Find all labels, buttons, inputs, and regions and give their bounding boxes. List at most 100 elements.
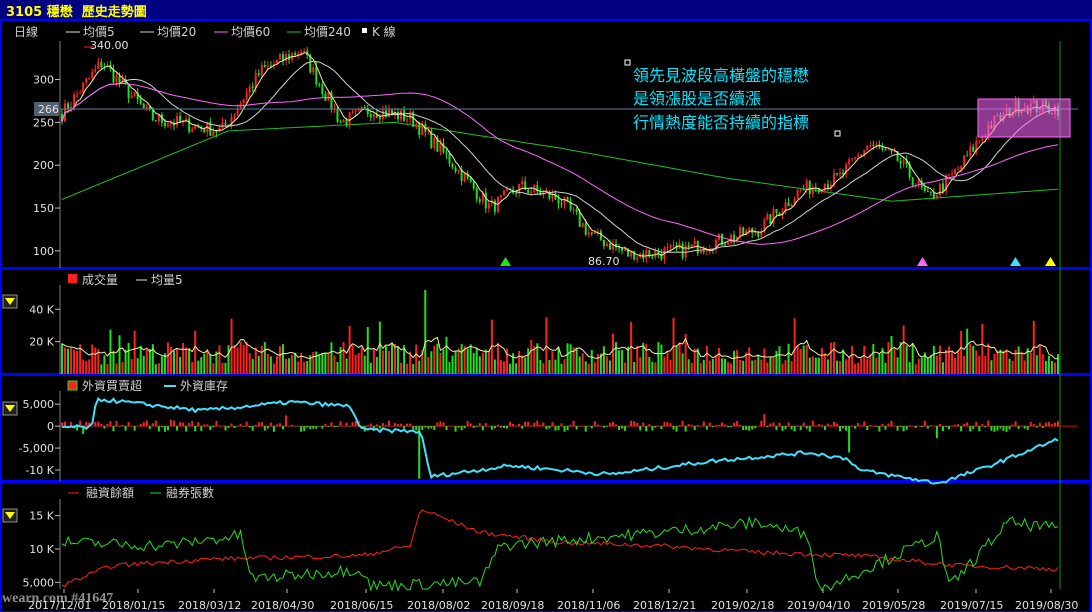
volume-bar [433,345,436,374]
candle [605,243,608,247]
volume-bar [242,344,245,374]
foreign-bar [260,422,263,427]
foreign-bar [745,426,748,430]
x-date-label: 2018/09/18 [481,599,544,612]
x-date-label: 2017/12/01 [28,599,91,612]
foreign-inventory-line [61,396,1059,485]
foreign-bar [608,422,611,427]
foreign-bar [723,424,726,427]
volume-bar [509,363,512,374]
foreign-bar [1008,426,1011,430]
volume-bar [124,349,127,374]
volume-bars [61,289,1059,374]
volume-bar [266,353,269,374]
foreign-bar [820,424,823,427]
foreign-bar [848,426,851,453]
foreign-bar [657,425,660,427]
volume-bar [866,359,869,374]
candle [342,119,345,123]
volume-bar [387,351,390,374]
candle [702,250,705,252]
candle [926,190,929,192]
ma240-legend: 均價240 [304,25,351,39]
volume-bar [678,342,681,374]
volume-collapse-icon[interactable] [2,294,18,309]
foreign-bar [981,423,984,427]
volume-bar [524,357,527,374]
candle [387,109,390,117]
foreign-bar [194,426,197,432]
margin-collapse-icon[interactable] [2,508,18,523]
volume-bar [457,348,460,374]
candle [578,212,581,227]
foreign-bar [615,424,618,427]
volume-bar [448,362,451,374]
volume-bar [91,344,94,374]
volume-bar [478,356,481,374]
foreign-bar [1044,422,1047,427]
foreign-collapse-icon[interactable] [2,401,18,416]
volume-bar [723,358,726,374]
volume-bar [884,362,887,374]
foreign-bar [1053,422,1056,427]
foreign-bar [499,426,502,428]
candle [581,223,584,227]
volume-bar [378,321,381,374]
candle [869,144,872,146]
foreign-bar [760,420,763,427]
volume-bar [487,350,490,374]
candle [245,92,248,100]
foreign-bar [748,426,751,431]
volume-bar [118,335,121,374]
volume-bar [1017,346,1020,374]
foreign-bar [512,423,515,427]
foreign-net-legend: 外資買賣超 [82,378,142,393]
foreign-bar [263,426,266,431]
candle [557,199,560,204]
candle [263,65,266,67]
price-tick-label: 150 [33,202,54,215]
candle [590,232,593,234]
candle [445,152,448,154]
candle [530,191,533,194]
volume-bar [654,362,657,374]
volume-bar [188,348,191,374]
candle [345,119,348,126]
candle [79,93,82,95]
foreign-bar [472,426,475,428]
volume-bar [330,342,333,374]
candle [742,227,745,236]
volume-bar [705,345,708,374]
volume-bar [197,360,200,374]
volume-bar [563,358,566,374]
foreign-bar [484,423,487,427]
candle [339,121,342,123]
volume-bar [257,355,260,374]
foreign-bar [708,422,711,427]
volume-bar [733,350,736,374]
volume-bar [596,353,599,374]
volume-legend: 成交量 均量5 [68,272,183,287]
candle [796,189,799,199]
volume-bar [400,362,403,374]
foreign-bar [727,426,730,428]
foreign-tick-label: -10 K [25,464,54,477]
candle [85,78,88,83]
window-title: 3105 穩懋 歷史走勢圖 [6,5,147,20]
candle [587,232,590,235]
volume-bar [354,354,357,374]
candle [215,131,218,133]
annotation-line-2: 是領漲股是否續漲 [633,89,761,108]
volume-bar [406,363,409,374]
candle [842,172,845,175]
volume-bar [136,358,139,374]
foreign-bar [206,424,209,427]
foreign-bar [354,421,357,427]
candle [957,169,960,171]
foreign-bar [463,426,466,429]
candle [618,247,621,249]
volume-bar [948,346,951,374]
candle [203,128,206,133]
volume-bar [203,353,206,374]
foreign-bar [672,426,675,430]
